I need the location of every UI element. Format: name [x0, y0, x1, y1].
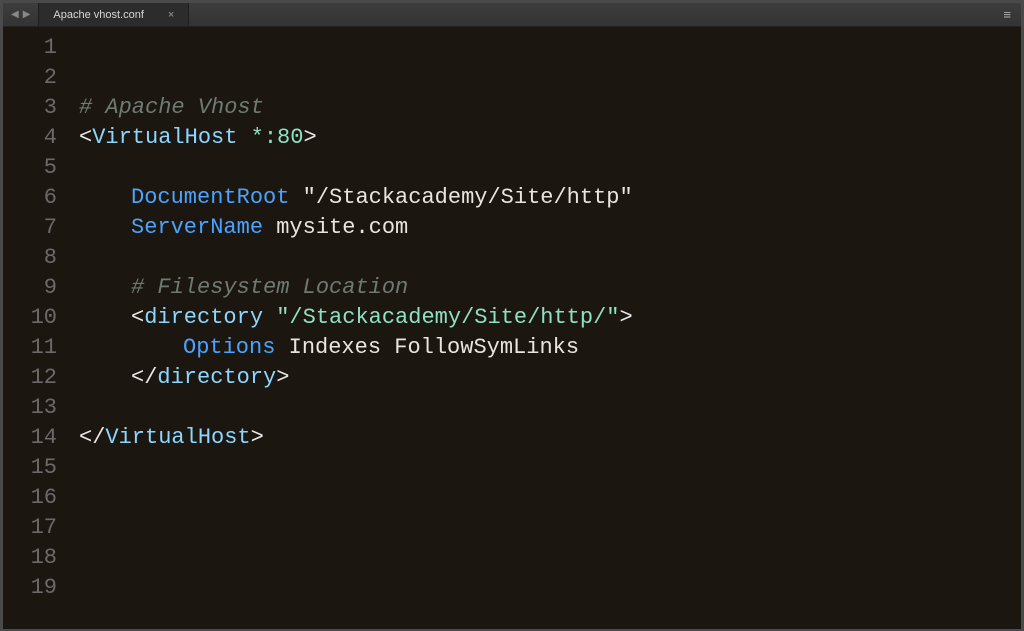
line-number: 7	[3, 213, 57, 243]
code-tag-arg: "/Stackacademy/Site/http/"	[276, 305, 619, 330]
tab-bar-spacer	[189, 3, 993, 26]
line-number: 9	[3, 273, 57, 303]
code-directive: Options	[183, 335, 275, 360]
code-tag: VirtualHost	[105, 425, 250, 450]
code-line	[79, 33, 1021, 63]
line-number: 18	[3, 543, 57, 573]
code-line	[79, 513, 1021, 543]
code-line: Options Indexes FollowSymLinks	[79, 333, 1021, 363]
code-tag-arg: *:80	[251, 125, 304, 150]
editor-window: ◀ ▶ Apache vhost.conf × ≡ 12345678910111…	[0, 0, 1024, 631]
code-line: </directory>	[79, 363, 1021, 393]
code-value: mysite.com	[276, 215, 408, 240]
code-editor[interactable]: # Apache Vhost <VirtualHost *:80> Documen…	[67, 27, 1021, 629]
code-line: <VirtualHost *:80>	[79, 123, 1021, 153]
line-number: 14	[3, 423, 57, 453]
code-value: Indexes FollowSymLinks	[289, 335, 579, 360]
line-number: 6	[3, 183, 57, 213]
code-line	[79, 573, 1021, 603]
code-line: ServerName mysite.com	[79, 213, 1021, 243]
line-number: 5	[3, 153, 57, 183]
code-line: </VirtualHost>	[79, 423, 1021, 453]
line-number: 8	[3, 243, 57, 273]
line-number-gutter: 12345678910111213141516171819	[3, 27, 67, 629]
line-number: 19	[3, 573, 57, 603]
nav-back-icon[interactable]: ◀	[11, 9, 19, 20]
code-tag: VirtualHost	[92, 125, 237, 150]
code-value: "/Stackacademy/Site/http"	[303, 185, 633, 210]
code-line	[79, 543, 1021, 573]
code-comment: # Apache Vhost	[79, 95, 264, 120]
code-area: 12345678910111213141516171819 # Apache V…	[3, 27, 1021, 629]
code-directive: DocumentRoot	[131, 185, 289, 210]
code-line	[79, 243, 1021, 273]
line-number: 10	[3, 303, 57, 333]
code-comment: # Filesystem Location	[131, 275, 408, 300]
tab-bar: ◀ ▶ Apache vhost.conf × ≡	[3, 3, 1021, 27]
code-line	[79, 453, 1021, 483]
line-number: 17	[3, 513, 57, 543]
nav-forward-icon[interactable]: ▶	[23, 9, 31, 20]
line-number: 16	[3, 483, 57, 513]
line-number: 12	[3, 363, 57, 393]
line-number: 4	[3, 123, 57, 153]
close-icon[interactable]: ×	[168, 9, 174, 21]
file-tab[interactable]: Apache vhost.conf ×	[38, 3, 189, 26]
nav-arrows: ◀ ▶	[3, 3, 38, 26]
code-line	[79, 393, 1021, 423]
code-line: DocumentRoot "/Stackacademy/Site/http"	[79, 183, 1021, 213]
line-number: 1	[3, 33, 57, 63]
code-line	[79, 483, 1021, 513]
line-number: 11	[3, 333, 57, 363]
code-tag: directory	[157, 365, 276, 390]
code-line: # Apache Vhost	[79, 93, 1021, 123]
code-line	[79, 153, 1021, 183]
line-number: 3	[3, 93, 57, 123]
code-tag: directory	[144, 305, 263, 330]
line-number: 2	[3, 63, 57, 93]
line-number: 15	[3, 453, 57, 483]
code-line	[79, 63, 1021, 93]
file-tab-label: Apache vhost.conf	[53, 9, 144, 21]
line-number: 13	[3, 393, 57, 423]
menu-button-icon[interactable]: ≡	[993, 3, 1021, 26]
code-directive: ServerName	[131, 215, 263, 240]
code-line: # Filesystem Location	[79, 273, 1021, 303]
code-line: <directory "/Stackacademy/Site/http/">	[79, 303, 1021, 333]
